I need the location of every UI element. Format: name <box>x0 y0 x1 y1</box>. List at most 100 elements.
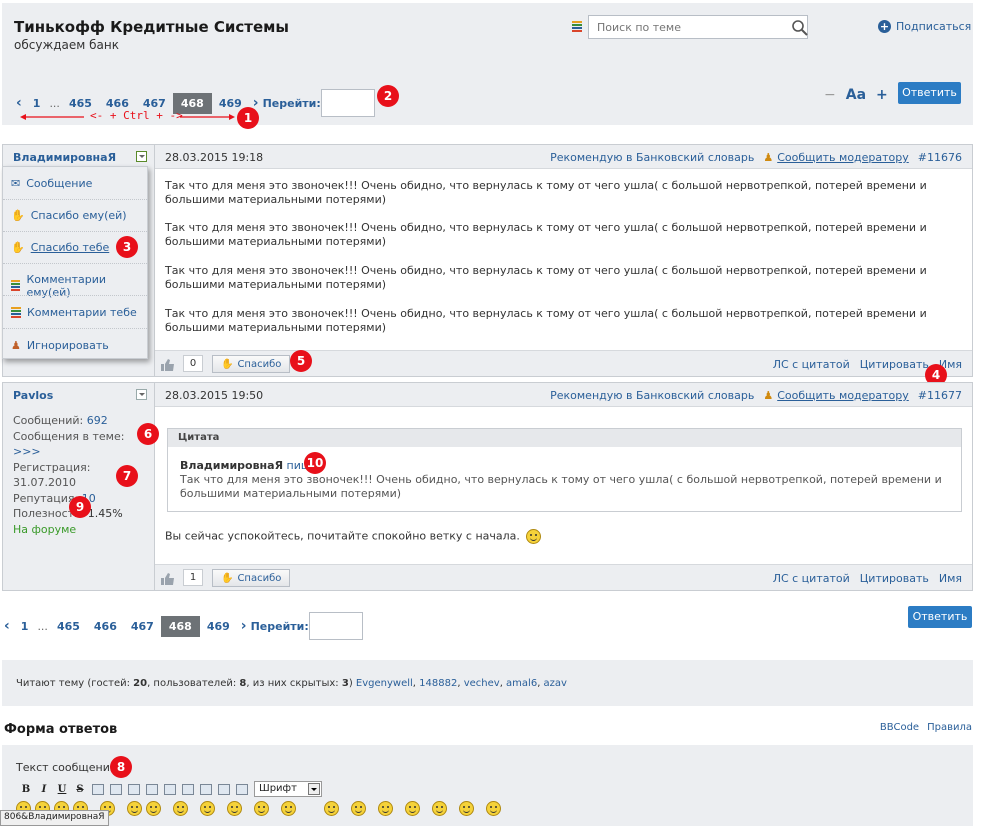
topic-messages-link[interactable]: >>> <box>13 445 41 458</box>
post-number-link[interactable]: #11676 <box>918 151 962 164</box>
reader-link[interactable]: 148882 <box>419 678 457 689</box>
picture-icon[interactable] <box>164 783 176 795</box>
page-subtitle: обсуждаем банк <box>14 38 119 52</box>
page-link[interactable]: 466 <box>87 620 124 633</box>
post-header-links: Рекомендую в Банковский словарь ♟ Сообщи… <box>550 389 962 402</box>
reply-button-bottom[interactable]: Ответить <box>908 606 972 628</box>
page-link[interactable]: 1 <box>26 97 48 110</box>
strike-button[interactable]: S <box>74 784 86 795</box>
goto-label: Перейти: <box>262 96 321 110</box>
post-number-link[interactable]: #11677 <box>918 389 962 402</box>
code-icon[interactable] <box>128 783 140 795</box>
page-link[interactable]: 469 <box>200 620 237 633</box>
quote-link[interactable]: Цитировать <box>860 572 929 585</box>
like-count: 1 <box>183 569 203 586</box>
smiley-icon[interactable] <box>486 801 501 816</box>
next-page-icon[interactable]: › <box>237 618 251 634</box>
quote-text: Так что для меня это звоночек!!! Очень о… <box>180 473 942 500</box>
recommend-link[interactable]: Рекомендую в Банковский словарь <box>550 151 754 164</box>
page-link[interactable]: 466 <box>99 97 136 110</box>
menu-item-message[interactable]: ✉ Сообщение <box>11 177 92 190</box>
user-menu-toggle-icon[interactable] <box>136 389 147 400</box>
underline-button[interactable]: U <box>56 784 68 795</box>
smiley-icon[interactable] <box>459 801 474 816</box>
recommend-link[interactable]: Рекомендую в Банковский словарь <box>550 389 754 402</box>
reader-link[interactable]: Evgenywell <box>356 678 413 689</box>
like-thumb-icon[interactable] <box>161 573 175 585</box>
goto-page-input[interactable] <box>308 612 363 640</box>
smiley-icon[interactable] <box>351 801 366 816</box>
reply-button-top[interactable]: Ответить <box>898 82 961 104</box>
prev-page-icon[interactable]: ‹ <box>0 618 14 634</box>
smiley-icon[interactable] <box>227 801 242 816</box>
bbcode-link[interactable]: BBCode <box>880 722 919 733</box>
report-moderator-link[interactable]: Сообщить модератору <box>777 151 909 164</box>
menu-item-thank-them[interactable]: ✋ Спасибо ему(ей) <box>11 209 127 222</box>
thanks-label: Спасибо <box>237 358 282 370</box>
font-select[interactable]: Шрифт <box>254 781 322 797</box>
smiley-icon[interactable] <box>281 801 296 816</box>
pm-with-quote-link[interactable]: ЛС с цитатой <box>773 358 850 371</box>
thanks-button[interactable]: ✋ Спасибо <box>212 569 291 587</box>
list-icon[interactable] <box>200 783 212 795</box>
post-author[interactable]: Pavlos <box>13 389 53 402</box>
pm-with-quote-link[interactable]: ЛС с цитатой <box>773 572 850 585</box>
menu-item-ignore[interactable]: ♟ Игнорировать <box>11 339 109 352</box>
annotation-badge-3: 3 <box>116 236 138 258</box>
table-icon[interactable] <box>236 783 248 795</box>
rules-link[interactable]: Правила <box>927 722 972 733</box>
link-icon[interactable] <box>146 783 158 795</box>
plus-circle-icon: + <box>878 20 891 33</box>
page-link[interactable]: 465 <box>50 620 87 633</box>
thumb-icon: ✋ <box>11 209 25 222</box>
menu-item-comments-you[interactable]: Комментарии тебе <box>11 306 137 319</box>
menu-item-thank-you[interactable]: ✋ Спасибо тебе <box>11 241 109 254</box>
smiley-icon[interactable] <box>200 801 215 816</box>
image-icon[interactable] <box>110 783 122 795</box>
font-increase-button[interactable]: + <box>876 87 888 103</box>
reader-link[interactable]: amal6 <box>506 678 537 689</box>
smiley-icon[interactable] <box>405 801 420 816</box>
message-label-text: Текст сообщения <box>16 761 117 774</box>
smiley-icon[interactable] <box>173 801 188 816</box>
smiley-icon[interactable] <box>254 801 269 816</box>
reader-link[interactable]: azav <box>544 678 567 689</box>
page-link[interactable]: 467 <box>124 620 161 633</box>
smiley-icon[interactable] <box>127 801 142 816</box>
name-link[interactable]: Имя <box>939 572 962 585</box>
video-icon[interactable] <box>182 783 194 795</box>
italic-button[interactable]: I <box>38 784 50 795</box>
font-size-icon[interactable] <box>218 783 230 795</box>
post-paragraph: Так что для меня это звоночек!!! Очень о… <box>165 264 927 291</box>
smiley-icon[interactable] <box>432 801 447 816</box>
quote-link[interactable]: Цитировать <box>860 358 929 371</box>
search-icon[interactable] <box>791 19 809 37</box>
like-thumb-icon[interactable] <box>161 359 175 371</box>
user-menu-toggle-icon[interactable] <box>136 151 147 162</box>
thanks-button[interactable]: ✋ Спасибо <box>212 355 291 373</box>
post-author[interactable]: ВладимировнаЯ <box>13 151 116 164</box>
page-link[interactable]: 1 <box>14 620 36 633</box>
smiley-icon[interactable] <box>324 801 339 816</box>
page-ellipsis: ... <box>37 619 48 633</box>
annotation-badge-7: 7 <box>116 465 138 487</box>
font-decrease-button[interactable]: − <box>824 87 836 103</box>
search-input[interactable] <box>589 16 785 38</box>
page-link[interactable]: 467 <box>136 97 173 110</box>
person-icon: ♟ <box>11 339 21 352</box>
stat-label: Репутация: <box>13 491 79 505</box>
post-date: 28.03.2015 19:18 <box>165 151 264 164</box>
subscribe-link[interactable]: + Подписаться <box>878 20 971 33</box>
goto-page-input[interactable] <box>320 89 375 117</box>
smiley-icon[interactable] <box>146 801 161 816</box>
post-header: 28.03.2015 19:50 Рекомендую в Банковский… <box>155 383 972 407</box>
guests-count: 20 <box>133 678 148 689</box>
smiley-icon[interactable] <box>378 801 393 816</box>
post-header: 28.03.2015 19:18 Рекомендую в Банковский… <box>155 145 972 169</box>
messages-count[interactable]: 692 <box>87 414 108 427</box>
report-moderator-link[interactable]: Сообщить модератору <box>777 389 909 402</box>
reader-link[interactable]: vechev <box>464 678 500 689</box>
document-icon[interactable] <box>92 783 104 795</box>
bold-button[interactable]: B <box>20 784 32 795</box>
page-link[interactable]: 465 <box>62 97 99 110</box>
